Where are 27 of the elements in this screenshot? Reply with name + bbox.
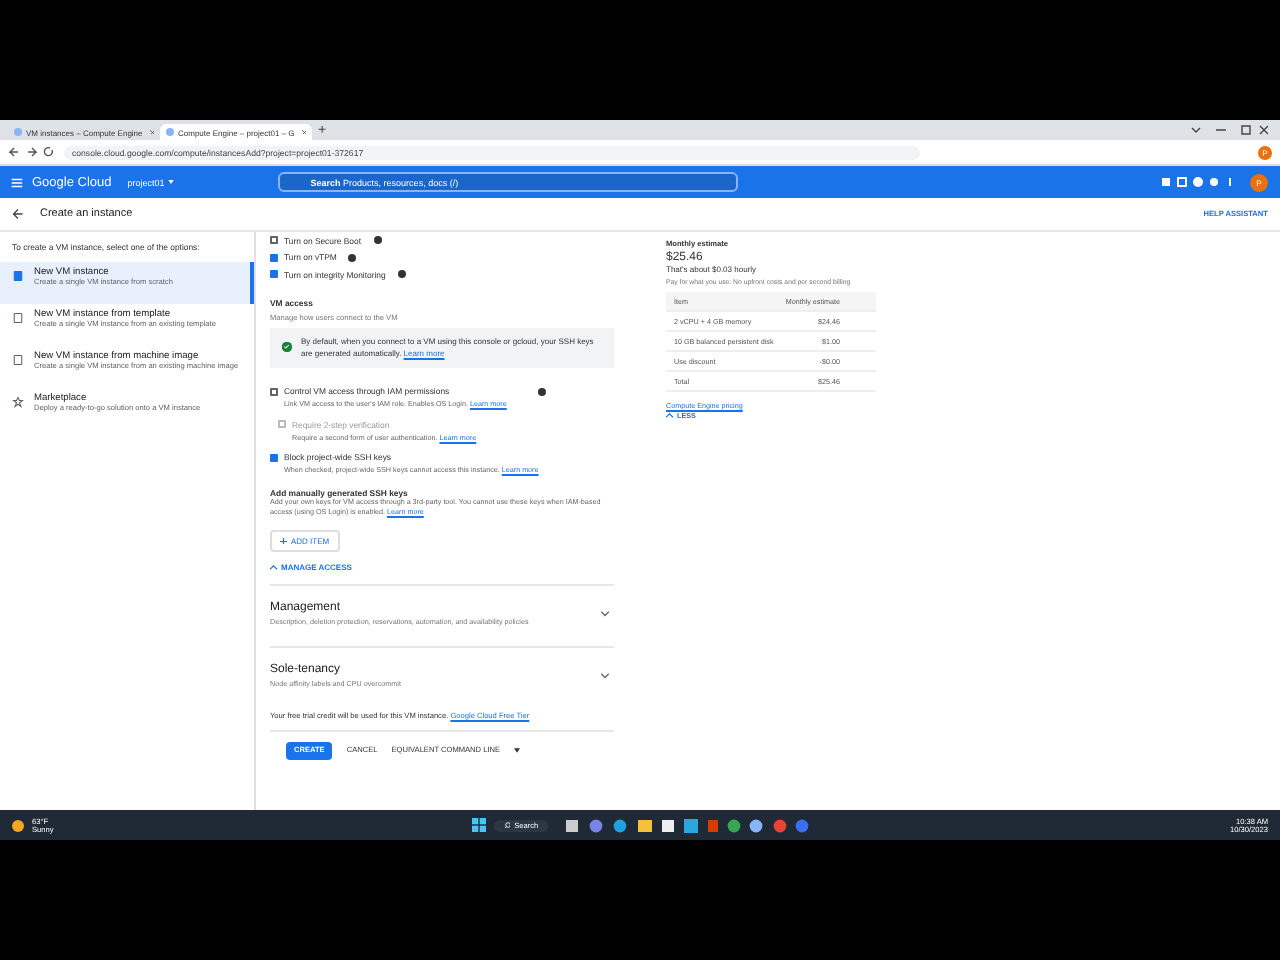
windows-start-icon[interactable] bbox=[471, 818, 486, 832]
server-icon bbox=[12, 312, 24, 324]
menu-icon[interactable] bbox=[10, 175, 24, 189]
checkbox[interactable] bbox=[270, 270, 278, 279]
taskbar-apps-drawing[interactable] bbox=[564, 817, 765, 833]
checkbox[interactable] bbox=[270, 387, 278, 396]
plus-icon bbox=[280, 537, 287, 545]
tab-favicon-icon bbox=[166, 128, 174, 136]
navigation-icon[interactable] bbox=[8, 146, 56, 158]
chevron-icon[interactable] bbox=[600, 670, 610, 681]
star-icon bbox=[12, 396, 24, 408]
server-icon bbox=[12, 354, 24, 366]
tab-favicon-icon bbox=[14, 128, 22, 136]
checkbox[interactable] bbox=[270, 253, 278, 262]
checkbox[interactable] bbox=[270, 236, 278, 245]
chevron-icon[interactable] bbox=[600, 608, 610, 619]
back-arrow-icon[interactable] bbox=[12, 208, 24, 220]
caret-icon[interactable] bbox=[514, 748, 521, 754]
window-controls-icon[interactable] bbox=[1188, 124, 1268, 136]
chevron-up-icon bbox=[270, 563, 277, 571]
server-icon bbox=[12, 270, 24, 282]
check-circle-icon bbox=[282, 342, 291, 352]
caret-icon bbox=[168, 180, 175, 185]
chevron-up-icon bbox=[666, 412, 673, 420]
search-icon bbox=[503, 821, 511, 829]
sun-icon bbox=[12, 819, 24, 831]
checkbox[interactable] bbox=[270, 453, 278, 462]
